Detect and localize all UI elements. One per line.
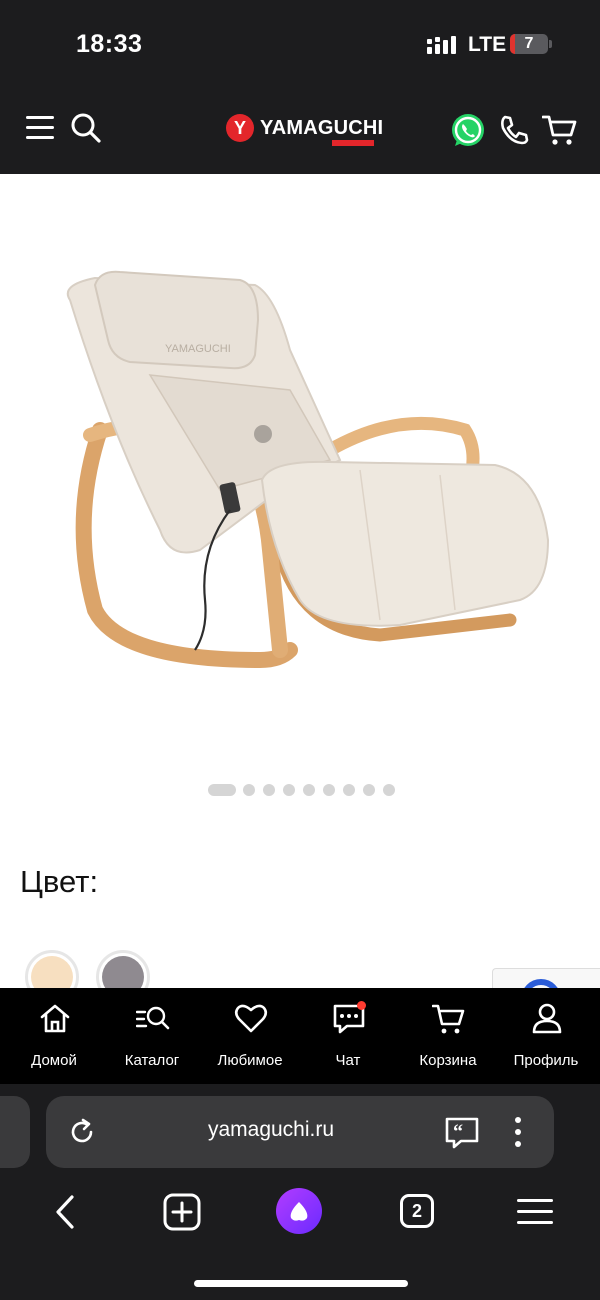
carousel-dot[interactable] <box>263 784 275 796</box>
nav-home[interactable]: Домой <box>4 988 104 1084</box>
battery-percent: 7 <box>524 35 534 52</box>
nav-label: Корзина <box>419 1052 477 1069</box>
quote-chat-icon[interactable]: “ <box>444 1116 480 1150</box>
battery-nub <box>549 40 552 48</box>
brand-sub-stripe <box>332 140 374 146</box>
home-indicator[interactable] <box>194 1280 408 1287</box>
nav-profile[interactable]: Профиль <box>496 988 596 1084</box>
chat-notification-badge <box>357 1001 366 1010</box>
nav-chat[interactable]: Чат <box>298 988 398 1084</box>
url-text[interactable]: yamaguchi.ru <box>156 1118 386 1142</box>
alice-assistant-button[interactable] <box>276 1188 322 1234</box>
nav-cart[interactable]: Корзина <box>398 988 498 1084</box>
carousel-dots[interactable] <box>208 784 408 796</box>
alice-icon <box>290 1202 308 1221</box>
site-header: Y YAMAGUCHI <box>0 90 600 174</box>
brand-logo[interactable]: Y YAMAGUCHI <box>226 113 383 147</box>
battery-icon: 7 <box>510 34 548 54</box>
carousel-dot-active[interactable] <box>208 784 236 796</box>
status-bar: 18:33 LTE 7 <box>0 0 600 90</box>
network-type: LTE <box>468 33 507 56</box>
previous-tab-preview[interactable] <box>0 1096 30 1168</box>
carousel-dot[interactable] <box>283 784 295 796</box>
cart-icon <box>432 1004 465 1034</box>
nav-label: Чат <box>335 1052 361 1069</box>
status-time: 18:33 <box>76 30 143 58</box>
product-image[interactable]: YAMAGUCHI <box>0 190 600 750</box>
nav-label: Каталог <box>124 1052 180 1069</box>
browser-menu-icon[interactable] <box>516 1196 554 1228</box>
svg-text:YAMAGUCHI: YAMAGUCHI <box>165 343 231 355</box>
carousel-dot[interactable] <box>303 784 315 796</box>
back-icon[interactable] <box>52 1194 78 1230</box>
carousel-dot[interactable] <box>323 784 335 796</box>
signal-icon <box>427 36 456 54</box>
profile-icon <box>532 1003 562 1034</box>
more-vertical-icon[interactable] <box>510 1114 526 1150</box>
nav-favorites[interactable]: Любимое <box>200 988 300 1084</box>
new-tab-icon[interactable] <box>163 1193 201 1231</box>
svg-text:“: “ <box>453 1121 463 1143</box>
address-bar[interactable]: yamaguchi.ru “ <box>46 1096 554 1168</box>
app-bottom-nav: Домой Каталог Любимое Чат Корзина Профил… <box>0 988 600 1084</box>
carousel-dot[interactable] <box>363 784 375 796</box>
nav-catalog[interactable]: Каталог <box>102 988 202 1084</box>
home-icon <box>40 1004 70 1033</box>
brand-name: YAMAGUCHI <box>260 117 384 139</box>
brand-mark: Y <box>226 114 254 142</box>
cart-icon[interactable] <box>542 114 578 146</box>
tabs-button[interactable]: 2 <box>400 1194 434 1228</box>
menu-icon[interactable] <box>26 115 56 141</box>
carousel-dot[interactable] <box>243 784 255 796</box>
carousel-dot[interactable] <box>383 784 395 796</box>
color-label: Цвет: <box>20 864 99 899</box>
reload-icon[interactable] <box>68 1118 96 1146</box>
nav-label: Домой <box>31 1052 77 1069</box>
carousel-dot[interactable] <box>343 784 355 796</box>
catalog-search-icon <box>136 1006 170 1030</box>
nav-label: Профиль <box>513 1052 579 1069</box>
search-icon[interactable] <box>70 112 102 144</box>
nav-label: Любимое <box>217 1052 283 1069</box>
whatsapp-icon[interactable] <box>449 112 487 150</box>
heart-icon <box>234 1004 268 1033</box>
browser-toolbar: yamaguchi.ru “ 2 <box>0 1084 600 1300</box>
phone-icon[interactable] <box>498 114 530 146</box>
